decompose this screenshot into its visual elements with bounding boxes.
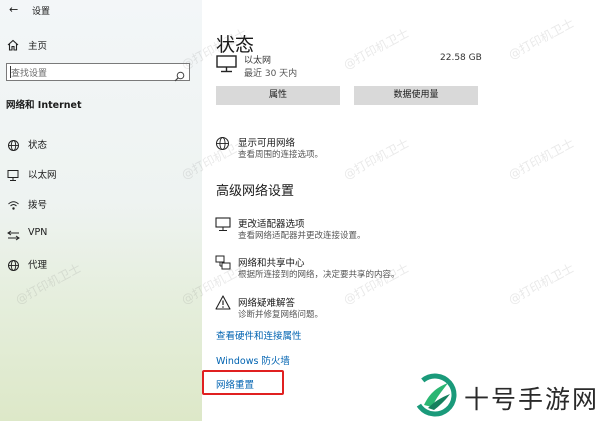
troubleshoot-link[interactable]: 网络疑难解答 (238, 295, 295, 309)
sidebar-item-label: 以太网 (28, 170, 57, 181)
sharing-center-icon (215, 255, 231, 275)
warning-icon (215, 295, 231, 314)
app-title: 设置 (32, 7, 51, 17)
brand-logo-text: 十号手游网 (464, 385, 600, 414)
show-networks-desc: 查看周围的连接选项。 (238, 150, 324, 160)
ethernet-period: 最近 30 天内 (244, 69, 298, 79)
data-used-value: 22.58 GB (440, 53, 482, 63)
adapter-icon (215, 217, 231, 236)
properties-button[interactable]: 属性 (216, 86, 340, 105)
search-input[interactable]: 查找设置 (6, 63, 190, 82)
show-networks-icon (215, 136, 230, 155)
sharing-center-link[interactable]: 网络和共享中心 (238, 255, 305, 269)
brand-logo-icon (412, 372, 458, 422)
main-panel: 状态 以太网 最近 30 天内 22.58 GB 属性 数据使用量 显示可用网络… (202, 0, 600, 421)
proxy-globe-icon (7, 257, 20, 276)
hardware-properties-link[interactable]: 查看硬件和连接属性 (216, 328, 302, 342)
ethernet-icon (7, 167, 20, 186)
sidebar-item-label: VPN (28, 227, 48, 238)
section-label: 网络和 Internet (6, 100, 82, 111)
sidebar-item-label: 拨号 (28, 200, 48, 211)
home-link[interactable]: 主页 (28, 38, 47, 52)
troubleshoot-desc: 诊断并修复网络问题。 (238, 310, 324, 320)
sidebar-item-proxy[interactable]: 代理 (0, 252, 202, 276)
home-icon[interactable] (6, 37, 20, 56)
back-arrow-icon[interactable]: ← (9, 3, 18, 16)
sidebar-item-ethernet[interactable]: 以太网 (0, 162, 202, 186)
data-usage-button[interactable]: 数据使用量 (354, 86, 478, 105)
firewall-link[interactable]: Windows 防火墙 (216, 353, 290, 367)
sidebar: ← 设置 主页 查找设置 网络和 Internet 状态 以太网 拨号 VPN (0, 0, 202, 421)
ethernet-name: 以太网 (244, 56, 272, 66)
change-adapter-link[interactable]: 更改适配器选项 (238, 216, 305, 230)
ethernet-monitor-icon (216, 55, 238, 77)
reset-highlight-box (202, 370, 284, 395)
dialup-icon (7, 197, 20, 216)
search-icon[interactable] (174, 67, 185, 86)
sidebar-item-vpn[interactable]: VPN (0, 222, 202, 246)
advanced-heading: 高级网络设置 (216, 184, 295, 199)
vpn-icon (7, 227, 20, 246)
sidebar-item-status[interactable]: 状态 (0, 132, 202, 156)
change-adapter-desc: 查看网络适配器并更改连接设置。 (238, 231, 366, 241)
search-placeholder: 查找设置 (11, 69, 48, 79)
sharing-center-desc: 根据所连接到的网络，决定要共享的内容。 (238, 270, 400, 280)
show-networks-link[interactable]: 显示可用网络 (238, 135, 295, 149)
sidebar-item-label: 代理 (28, 260, 48, 271)
globe-status-icon (7, 137, 20, 156)
sidebar-item-dialup[interactable]: 拨号 (0, 192, 202, 216)
sidebar-item-label: 状态 (28, 140, 48, 151)
